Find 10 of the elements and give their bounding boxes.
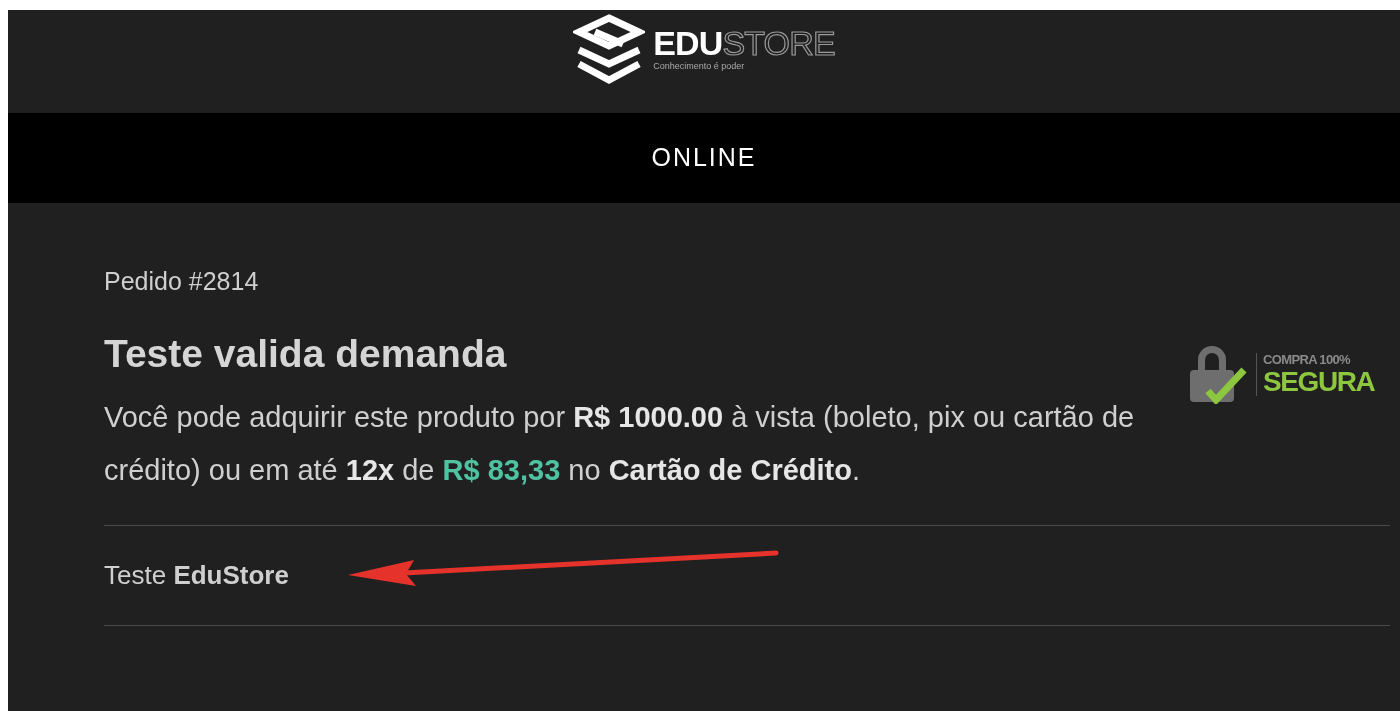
nav-link[interactable]: ONLINE [651, 139, 757, 177]
logo-wordmark-outline: STORE [722, 26, 835, 61]
product-title: Teste valida demanda [104, 330, 507, 377]
logo-tagline: Conhecimento é poder [653, 60, 746, 74]
badge-caption: COMPRA 100% [1263, 352, 1352, 366]
order-number: Pedido #2814 [104, 266, 259, 297]
badge-title: SEGURA [1263, 367, 1375, 396]
logo-wordmark-solid: EDU [653, 26, 723, 61]
price-description: Você pode adquirir este produto por R$ 1000.00 à vista (boleto, pix ou cartão de crédito) ou em até 12x de R$ 83,33 no Cartão de Crédito. [104, 400, 1136, 488]
seller-text: Teste EduStore [104, 559, 289, 592]
